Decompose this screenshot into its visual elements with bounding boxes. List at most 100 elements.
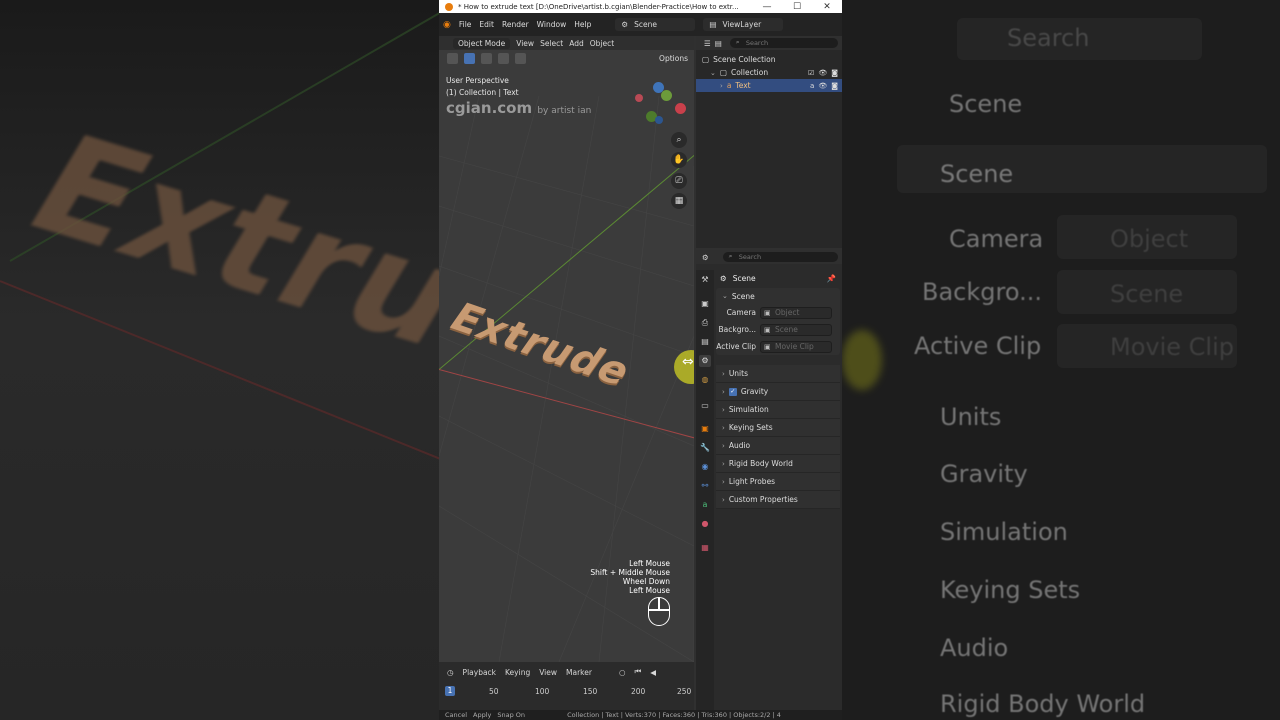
scene-section: ⌄ Scene Camera Object Backgro... Scene A… xyxy=(716,288,840,355)
view-layer-tab-icon[interactable]: ▤ xyxy=(699,336,711,348)
zoom-icon[interactable]: ⌕ xyxy=(671,132,687,148)
timeline-view-menu[interactable]: View xyxy=(539,668,557,677)
properties-editor-icon[interactable]: ⚙ xyxy=(702,253,709,262)
select-new-icon[interactable] xyxy=(464,53,475,64)
select-invert-icon[interactable] xyxy=(515,53,526,64)
outliner: ☰ ▤ Search ▢ Scene Collection ⌄ ▢ Collec… xyxy=(696,36,842,248)
status-bar: Cancel Apply Snap On Collection | Text |… xyxy=(439,710,842,720)
view-menu[interactable]: View xyxy=(516,39,534,48)
camera-view-icon[interactable]: ⎚ xyxy=(671,173,687,189)
gizmo-x-icon[interactable] xyxy=(675,103,686,114)
data-tab-icon[interactable]: a xyxy=(699,499,711,511)
blurred-scene-header: Scene xyxy=(949,90,1023,118)
menu-edit[interactable]: Edit xyxy=(479,20,494,29)
collection-tab-icon[interactable]: ▭ xyxy=(699,400,711,412)
viewlayer-selector[interactable]: ▤ ViewLayer xyxy=(703,18,784,31)
timeline-editor-icon[interactable]: ◷ xyxy=(447,668,454,677)
blurred-right-background: Search Scene Scene Camera Object Backgro… xyxy=(842,0,1280,720)
output-tab-icon[interactable]: ⎙ xyxy=(699,317,711,329)
add-menu[interactable]: Add xyxy=(569,39,584,48)
audio-label: Audio xyxy=(728,441,751,450)
object-tab-icon[interactable]: ▣ xyxy=(699,423,711,435)
audio-panel[interactable]: › Audio xyxy=(716,437,840,455)
record-icon[interactable]: ○ xyxy=(619,668,626,677)
menu-file[interactable]: File xyxy=(459,20,472,29)
blender-menu-icon[interactable]: ◉ xyxy=(443,20,451,30)
active-clip-field[interactable]: Movie Clip xyxy=(760,340,832,353)
gravity-checkbox[interactable]: ✓ xyxy=(728,387,737,396)
menu-window[interactable]: Window xyxy=(537,20,567,29)
outliner-editor-icon[interactable]: ☰ xyxy=(704,39,711,48)
maximize-button[interactable]: ☐ xyxy=(782,2,812,12)
modifier-wrench-icon[interactable]: 🔧 xyxy=(699,442,711,454)
gizmo-neg-x-icon[interactable] xyxy=(635,94,643,102)
collapse-chevron-icon[interactable]: ⌄ xyxy=(710,69,716,77)
close-button[interactable]: ✕ xyxy=(812,2,842,12)
scene-collection-row[interactable]: ▢ Scene Collection xyxy=(696,53,842,66)
3d-viewport[interactable]: Object Mode View Select Add Object Optio… xyxy=(439,36,694,662)
options-dropdown[interactable]: Options xyxy=(659,54,688,63)
menu-render[interactable]: Render xyxy=(502,20,529,29)
expand-chevron-icon: › xyxy=(722,423,725,432)
object-mode-dropdown[interactable]: Object Mode xyxy=(453,37,511,49)
outliner-search-input[interactable]: Search xyxy=(729,37,838,48)
collection-row[interactable]: ⌄ ▢ Collection ☑ 👁 ◙ xyxy=(696,66,842,79)
frame-tick: 250 xyxy=(677,687,692,696)
tool-tab-icon[interactable]: ⚒ xyxy=(699,274,711,286)
scene-properties-title: ⚙ Scene 📌 xyxy=(716,270,840,286)
visibility-eye-icon[interactable]: 👁 xyxy=(818,82,827,90)
background-field[interactable]: Scene xyxy=(760,323,832,336)
scene-tab-icon[interactable]: ⚙ xyxy=(699,355,711,367)
scene-section-header[interactable]: ⌄ Scene xyxy=(716,288,840,304)
select-subtract-icon[interactable] xyxy=(498,53,509,64)
gizmo-y-icon[interactable] xyxy=(661,90,672,101)
blurred-activeclip-label: Active Clip xyxy=(914,332,1042,360)
viewlayer-icon: ▤ xyxy=(709,20,717,29)
scene-selector[interactable]: ⚙ Scene xyxy=(615,18,696,31)
select-tool-icon[interactable] xyxy=(447,53,458,64)
render-tab-icon[interactable]: ▣ xyxy=(699,298,711,310)
exclude-checkbox-icon[interactable]: ☑ xyxy=(808,69,814,77)
properties-search-input[interactable]: Search xyxy=(722,251,838,262)
custom-properties-panel[interactable]: › Custom Properties xyxy=(716,491,840,509)
play-reverse-icon[interactable]: ◀ xyxy=(650,668,656,677)
visibility-eye-icon[interactable]: 👁 xyxy=(818,69,827,77)
object-menu[interactable]: Object xyxy=(590,39,614,48)
timeline-ruler[interactable]: 1 50 100 150 200 250 xyxy=(439,684,694,700)
rigid-body-world-panel[interactable]: › Rigid Body World xyxy=(716,455,840,473)
keying-menu[interactable]: Keying xyxy=(505,668,530,677)
render-camera-icon[interactable]: ◙ xyxy=(831,82,838,90)
gizmo-neg-z-icon[interactable] xyxy=(655,116,663,124)
blurred-simulation: Simulation xyxy=(940,518,1068,546)
constraints-tab-icon[interactable]: ⚯ xyxy=(699,480,711,492)
select-menu[interactable]: Select xyxy=(540,39,563,48)
pan-hand-icon[interactable]: ✋ xyxy=(671,152,687,168)
expand-chevron-icon[interactable]: › xyxy=(720,82,723,90)
world-tab-icon[interactable]: ◍ xyxy=(699,374,711,386)
select-extend-icon[interactable] xyxy=(481,53,492,64)
physics-tab-icon[interactable]: ◉ xyxy=(699,461,711,473)
display-mode-icon[interactable]: ▤ xyxy=(715,39,722,48)
current-frame[interactable]: 1 xyxy=(445,686,455,696)
pin-icon[interactable]: 📌 xyxy=(827,274,836,283)
minimize-button[interactable]: — xyxy=(752,2,782,12)
expand-chevron-icon: › xyxy=(722,459,725,468)
material-tab-icon[interactable]: ● xyxy=(699,518,711,530)
text-object-row[interactable]: › a Text a 👁 ◙ xyxy=(696,79,842,92)
jump-start-icon[interactable]: ⏮ xyxy=(635,667,642,677)
marker-menu[interactable]: Marker xyxy=(566,668,592,677)
collapse-chevron-icon[interactable]: ⌄ xyxy=(722,292,728,300)
simulation-panel[interactable]: › Simulation xyxy=(716,401,840,419)
gravity-panel[interactable]: › ✓ Gravity xyxy=(716,383,840,401)
texture-tab-icon[interactable]: ▦ xyxy=(699,542,711,554)
units-panel[interactable]: › Units xyxy=(716,365,840,383)
light-probes-panel[interactable]: › Light Probes xyxy=(716,473,840,491)
keying-sets-panel[interactable]: › Keying Sets xyxy=(716,419,840,437)
render-camera-icon[interactable]: ◙ xyxy=(831,69,838,77)
camera-field[interactable]: Object xyxy=(760,306,832,319)
menu-help[interactable]: Help xyxy=(574,20,591,29)
simulation-label: Simulation xyxy=(728,405,769,414)
playback-menu[interactable]: Playback xyxy=(463,668,496,677)
blurred-background-label: Backgro... xyxy=(922,278,1042,306)
perspective-grid-icon[interactable]: ▦ xyxy=(671,193,687,209)
